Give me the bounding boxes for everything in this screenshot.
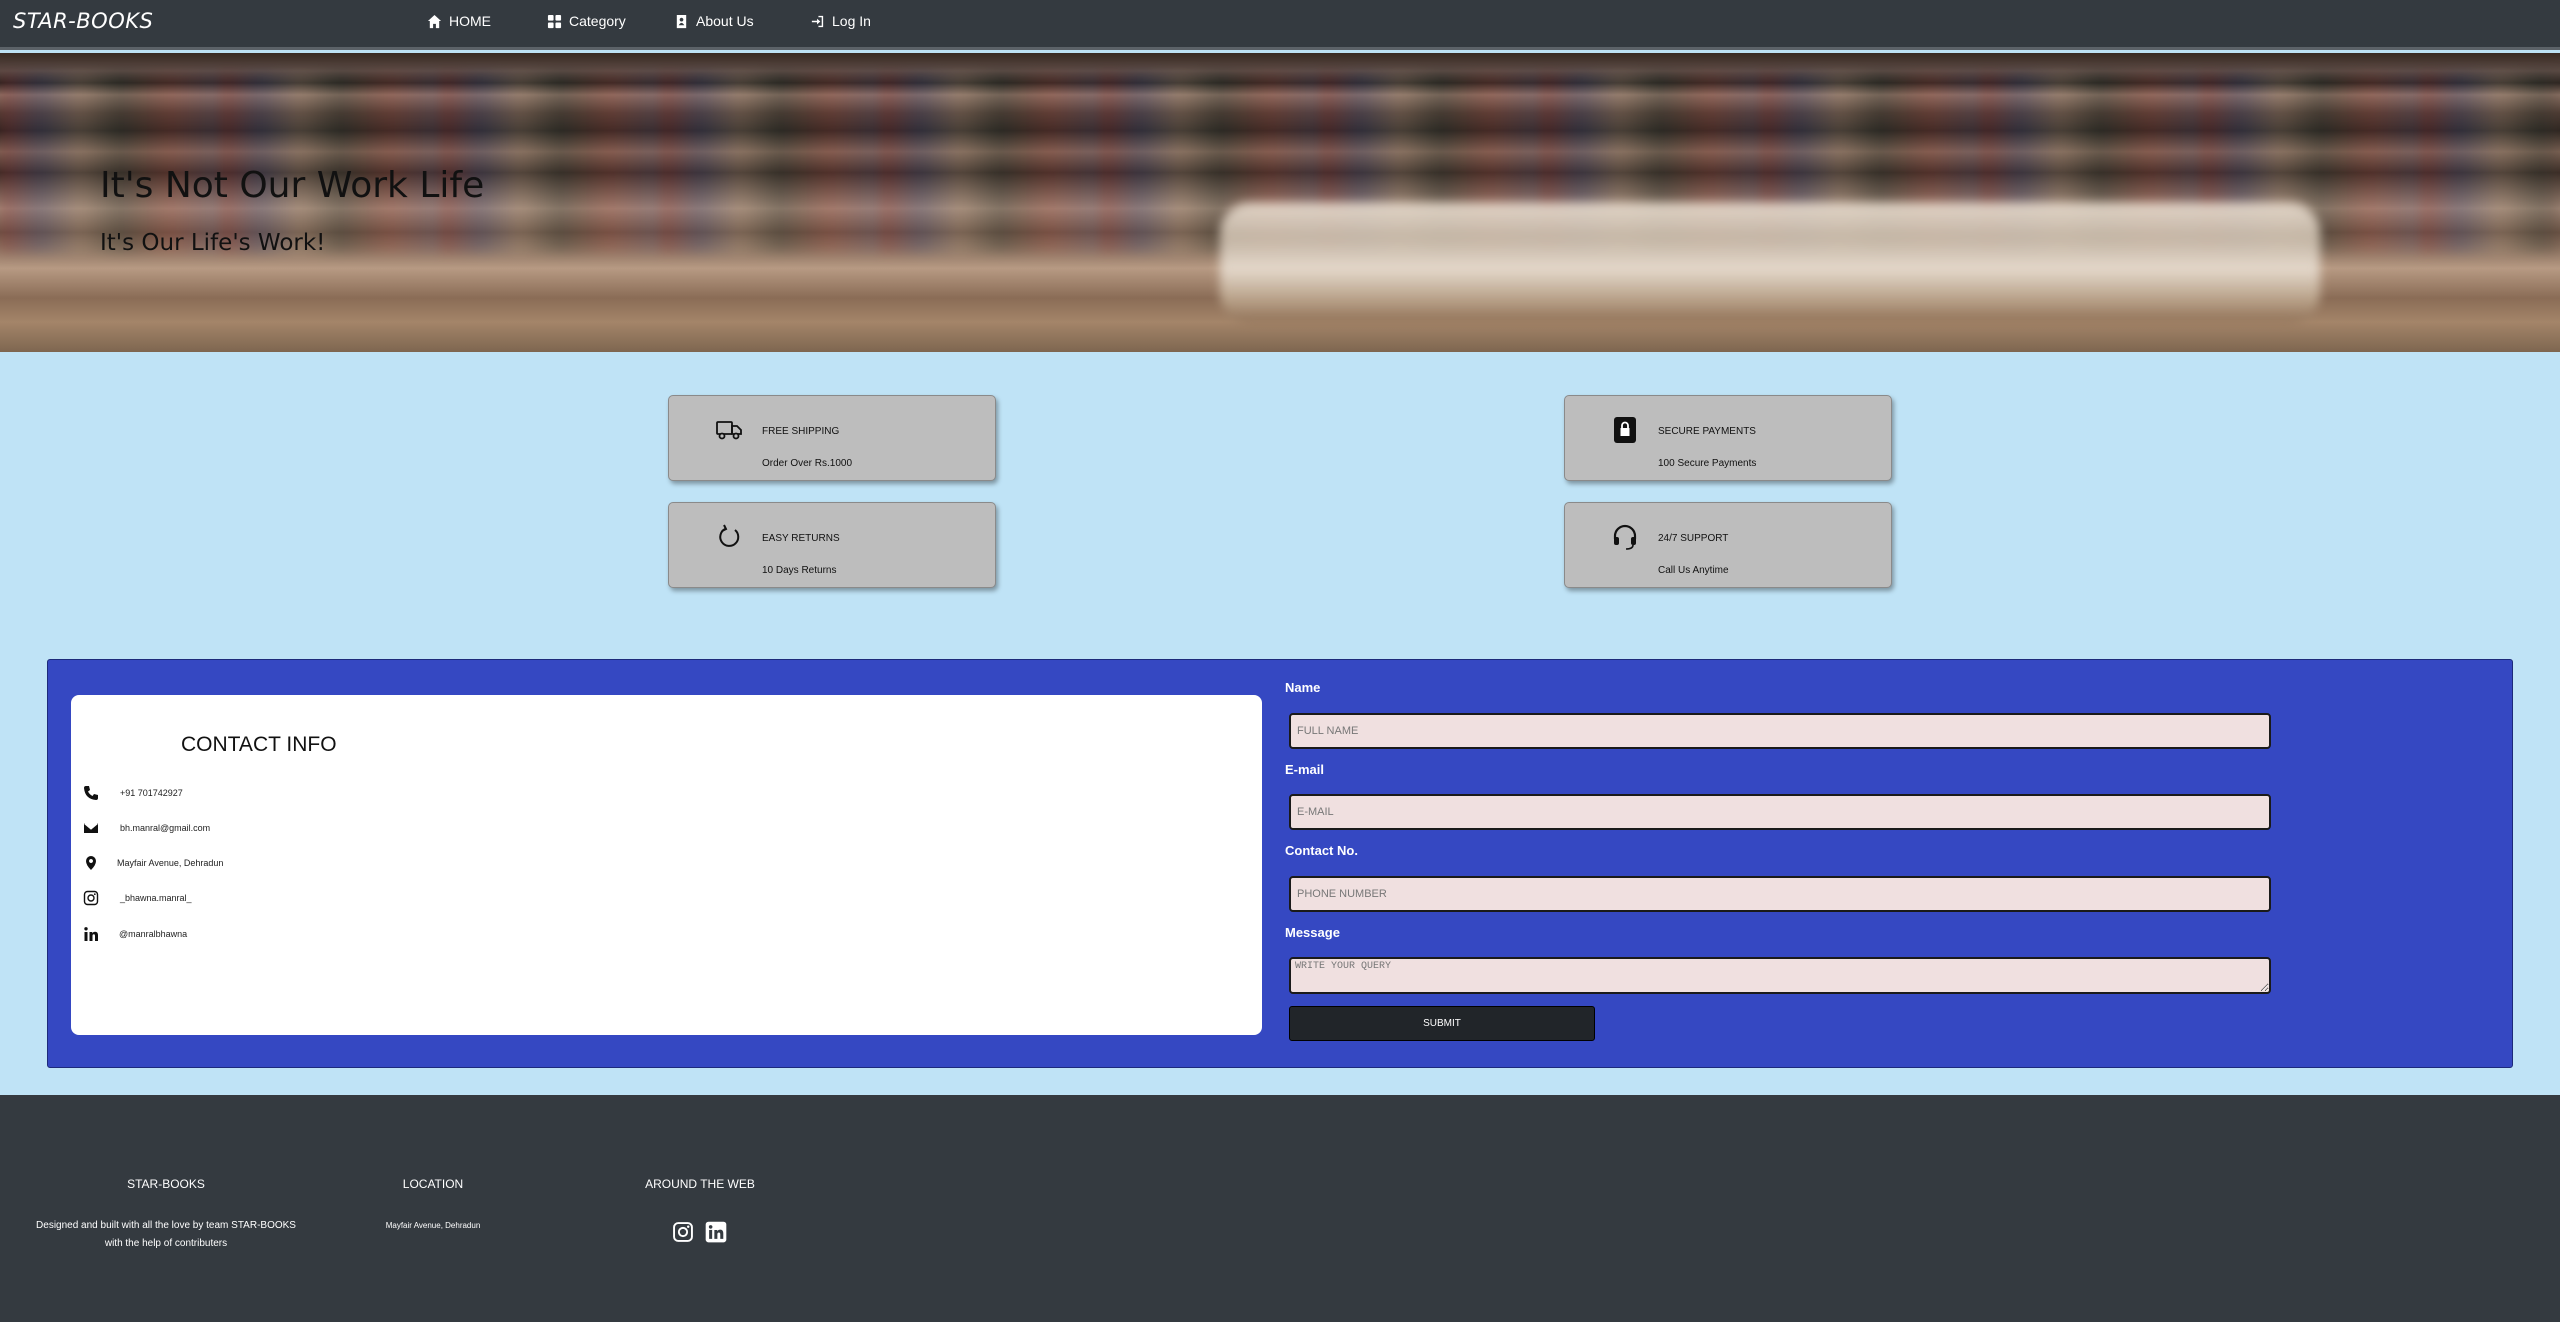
home-icon (427, 14, 442, 28)
feature-title: 24/7 SUPPORT (1658, 533, 1729, 544)
feature-card-shipping: FREE SHIPPING Order Over Rs.1000 (668, 395, 996, 481)
contact-email-text: bh.manral@gmail.com (120, 823, 211, 833)
nav-category[interactable]: Category (547, 13, 626, 29)
linkedin-icon (705, 1221, 727, 1243)
footer-linkedin-link[interactable] (705, 1221, 727, 1243)
footer-location-text: Mayfair Avenue, Dehradun (385, 1221, 481, 1230)
hero-banner: It's Not Our Work Life It's Our Life's W… (0, 53, 2560, 352)
contact-section: CONTACT INFO +91 701742927 bh.manral@gma… (47, 659, 2513, 1068)
footer-brand-text-line1: Designed and built with all the love by … (36, 1220, 296, 1231)
instagram-icon (673, 1222, 693, 1242)
contact-info-card: CONTACT INFO +91 701742927 bh.manral@gma… (71, 695, 1262, 1035)
footer-web-title: AROUND THE WEB (645, 1177, 755, 1191)
hero-title: It's Not Our Work Life (100, 165, 485, 206)
navbar: STAR-BOOKS HOME Category About Us Log In (0, 0, 2560, 50)
feature-subtitle: 100 Secure Payments (1658, 458, 1757, 469)
refresh-icon (719, 524, 740, 547)
phone-input[interactable] (1289, 876, 2271, 912)
lock-icon (1614, 417, 1636, 443)
contact-location-row: Mayfair Avenue, Dehradun (83, 855, 223, 871)
footer-instagram-link[interactable] (672, 1221, 694, 1243)
feature-subtitle: Call Us Anytime (1658, 565, 1729, 576)
footer-brand-text: Designed and built with all the love by … (16, 1217, 316, 1253)
footer-brand-text-line2: with the help of contributers (104, 1238, 228, 1249)
hero-book-pages (1220, 203, 2320, 323)
footer-brand-title: STAR-BOOKS (127, 1177, 205, 1191)
headset-icon (1613, 524, 1637, 550)
hero-subtitle: It's Our Life's Work! (100, 230, 326, 256)
contact-card-icon (676, 14, 687, 28)
nav-login[interactable]: Log In (810, 13, 871, 29)
phone-icon (84, 786, 98, 800)
feature-card-support: 24/7 SUPPORT Call Us Anytime (1564, 502, 1892, 588)
grid-icon (547, 14, 562, 28)
contact-linkedin-row: @manralbhawna (83, 926, 187, 942)
message-label: Message (1285, 925, 1340, 940)
name-input[interactable] (1289, 713, 2271, 749)
login-icon (811, 15, 824, 27)
contact-location-text: Mayfair Avenue, Dehradun (117, 858, 224, 868)
footer-location-title: LOCATION (402, 1177, 464, 1191)
contact-email-row: bh.manral@gmail.com (83, 820, 210, 836)
contact-instagram-row: _bhawna.manral_ (83, 890, 192, 906)
contact-info-title: CONTACT INFO (181, 733, 337, 756)
feature-subtitle: 10 Days Returns (762, 565, 837, 576)
contact-phone-row: +91 701742927 (83, 785, 183, 801)
feature-subtitle: Order Over Rs.1000 (762, 458, 853, 469)
nav-home[interactable]: HOME (427, 13, 491, 29)
nav-login-label: Log In (832, 13, 871, 29)
feature-title: FREE SHIPPING (762, 426, 840, 437)
name-label: Name (1285, 680, 1321, 695)
email-label: E-mail (1285, 762, 1325, 777)
truck-icon (716, 421, 742, 440)
contact-phone-text: +91 701742927 (120, 788, 183, 798)
brand-logo[interactable]: STAR-BOOKS (13, 9, 153, 33)
location-pin-icon (86, 856, 96, 870)
footer: STAR-BOOKS Designed and built with all t… (0, 1095, 2560, 1322)
feature-card-returns: EASY RETURNS 10 Days Returns (668, 502, 996, 588)
nav-category-label: Category (569, 13, 626, 29)
feature-card-payments: SECURE PAYMENTS 100 Secure Payments (1564, 395, 1892, 481)
feature-title: SECURE PAYMENTS (1658, 426, 1756, 437)
nav-about[interactable]: About Us (674, 13, 754, 29)
contact-linkedin-text: @manralbhawna (119, 929, 188, 939)
feature-title: EASY RETURNS (762, 533, 840, 544)
contact-instagram-text: _bhawna.manral_ (120, 893, 192, 903)
submit-button[interactable]: SUBMIT (1289, 1006, 1595, 1041)
envelope-icon (84, 823, 98, 833)
linkedin-icon (84, 927, 98, 941)
email-input[interactable] (1289, 794, 2271, 830)
nav-home-label: HOME (449, 13, 491, 29)
contact-number-label: Contact No. (1285, 843, 1358, 858)
instagram-icon (83, 890, 99, 906)
nav-about-label: About Us (696, 13, 754, 29)
message-textarea[interactable] (1289, 957, 2271, 994)
